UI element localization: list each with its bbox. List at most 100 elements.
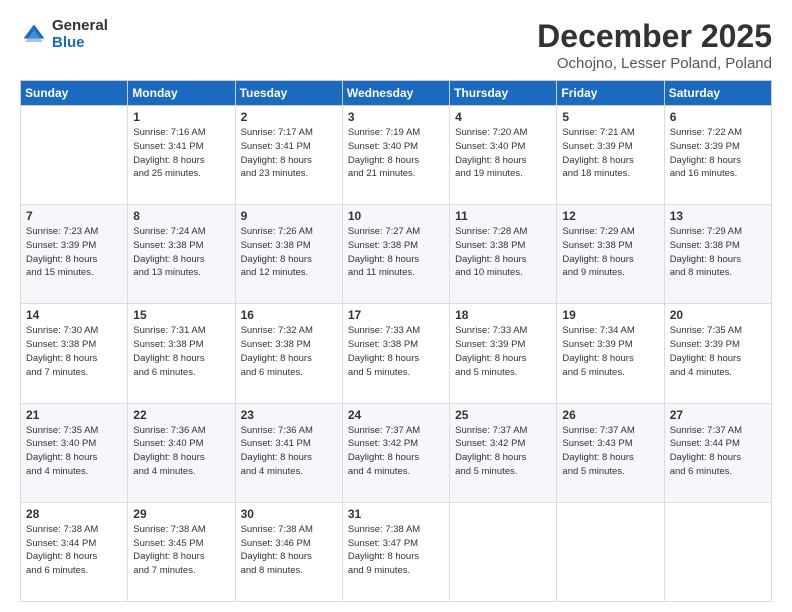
calendar-cell: 18 Sunrise: 7:33 AMSunset: 3:39 PMDayligh… [450,304,557,403]
calendar-cell: 31 Sunrise: 7:38 AMSunset: 3:47 PMDayligh… [342,502,449,601]
calendar-cell [21,106,128,205]
day-number: 3 [348,110,444,124]
calendar-header-row: Sunday Monday Tuesday Wednesday Thursday… [21,81,772,106]
day-info: Sunrise: 7:37 AMSunset: 3:42 PMDaylight:… [348,424,444,479]
day-number: 27 [670,408,766,422]
day-info: Sunrise: 7:22 AMSunset: 3:39 PMDaylight:… [670,126,766,181]
calendar-cell: 15 Sunrise: 7:31 AMSunset: 3:38 PMDayligh… [128,304,235,403]
calendar-table: Sunday Monday Tuesday Wednesday Thursday… [20,80,772,602]
day-number: 25 [455,408,551,422]
day-info: Sunrise: 7:37 AMSunset: 3:44 PMDaylight:… [670,424,766,479]
day-number: 9 [241,209,337,223]
calendar-cell: 19Sunrise: 7:34 AMSunset: 3:39 PMDayligh… [557,304,664,403]
col-monday: Monday [128,81,235,106]
calendar-cell: 17 Sunrise: 7:33 AMSunset: 3:38 PMDayligh… [342,304,449,403]
day-info: Sunrise: 7:19 AMSunset: 3:40 PMDaylight:… [348,126,444,181]
calendar-cell: 27 Sunrise: 7:37 AMSunset: 3:44 PMDayligh… [664,403,771,502]
day-info: Sunrise: 7:34 AMSunset: 3:39 PMDaylight:… [562,324,658,379]
day-info: Sunrise: 7:24 AMSunset: 3:38 PMDaylight:… [133,225,229,280]
day-number: 22 [133,408,229,422]
day-number: 30 [241,507,337,521]
calendar-cell: 1 Sunrise: 7:16 AMSunset: 3:41 PMDaylight… [128,106,235,205]
calendar-cell: 14 Sunrise: 7:30 AMSunset: 3:38 PMDayligh… [21,304,128,403]
calendar-cell: 25 Sunrise: 7:37 AMSunset: 3:42 PMDayligh… [450,403,557,502]
calendar-cell [664,502,771,601]
day-number: 17 [348,308,444,322]
calendar-cell: 2Sunrise: 7:17 AMSunset: 3:41 PMDaylight… [235,106,342,205]
day-number: 6 [670,110,766,124]
day-number: 12 [562,209,658,223]
day-info: Sunrise: 7:32 AMSunset: 3:38 PMDaylight:… [241,324,337,379]
calendar-cell: 7Sunrise: 7:23 AMSunset: 3:39 PMDaylight… [21,205,128,304]
title-block: December 2025 Ochojno, Lesser Poland, Po… [537,18,772,72]
day-number: 18 [455,308,551,322]
day-number: 7 [26,209,122,223]
day-number: 1 [133,110,229,124]
day-number: 31 [348,507,444,521]
calendar-week-4: 28Sunrise: 7:38 AMSunset: 3:44 PMDayligh… [21,502,772,601]
day-info: Sunrise: 7:21 AMSunset: 3:39 PMDaylight:… [562,126,658,181]
col-friday: Friday [557,81,664,106]
calendar-week-2: 14 Sunrise: 7:30 AMSunset: 3:38 PMDayligh… [21,304,772,403]
calendar-week-3: 21 Sunrise: 7:35 AMSunset: 3:40 PMDayligh… [21,403,772,502]
day-number: 26 [562,408,658,422]
day-info: Sunrise: 7:38 AMSunset: 3:46 PMDaylight:… [241,523,337,578]
day-number: 8 [133,209,229,223]
calendar-cell: 3 Sunrise: 7:19 AMSunset: 3:40 PMDaylight… [342,106,449,205]
calendar-week-1: 7Sunrise: 7:23 AMSunset: 3:39 PMDaylight… [21,205,772,304]
day-info: Sunrise: 7:16 AMSunset: 3:41 PMDaylight:… [133,126,229,181]
day-info: Sunrise: 7:33 AMSunset: 3:38 PMDaylight:… [348,324,444,379]
calendar-cell: 9 Sunrise: 7:26 AMSunset: 3:38 PMDaylight… [235,205,342,304]
day-info: Sunrise: 7:29 AMSunset: 3:38 PMDaylight:… [670,225,766,280]
calendar-cell: 21 Sunrise: 7:35 AMSunset: 3:40 PMDayligh… [21,403,128,502]
logo-icon [20,21,48,49]
col-tuesday: Tuesday [235,81,342,106]
calendar-cell: 30 Sunrise: 7:38 AMSunset: 3:46 PMDayligh… [235,502,342,601]
calendar-cell: 16Sunrise: 7:32 AMSunset: 3:38 PMDayligh… [235,304,342,403]
day-info: Sunrise: 7:38 AMSunset: 3:47 PMDaylight:… [348,523,444,578]
day-number: 10 [348,209,444,223]
day-number: 15 [133,308,229,322]
day-number: 20 [670,308,766,322]
calendar-cell: 22 Sunrise: 7:36 AMSunset: 3:40 PMDayligh… [128,403,235,502]
day-number: 29 [133,507,229,521]
calendar-cell: 26 Sunrise: 7:37 AMSunset: 3:43 PMDayligh… [557,403,664,502]
calendar-cell: 5 Sunrise: 7:21 AMSunset: 3:39 PMDaylight… [557,106,664,205]
day-number: 14 [26,308,122,322]
day-info: Sunrise: 7:17 AMSunset: 3:41 PMDaylight:… [241,126,337,181]
calendar-cell: 28Sunrise: 7:38 AMSunset: 3:44 PMDayligh… [21,502,128,601]
calendar-cell [450,502,557,601]
day-info: Sunrise: 7:31 AMSunset: 3:38 PMDaylight:… [133,324,229,379]
day-info: Sunrise: 7:26 AMSunset: 3:38 PMDaylight:… [241,225,337,280]
calendar-cell: 8 Sunrise: 7:24 AMSunset: 3:38 PMDaylight… [128,205,235,304]
day-number: 21 [26,408,122,422]
calendar-cell: 11 Sunrise: 7:28 AMSunset: 3:38 PMDayligh… [450,205,557,304]
calendar-cell: 10 Sunrise: 7:27 AMSunset: 3:38 PMDayligh… [342,205,449,304]
calendar-cell: 4Sunrise: 7:20 AMSunset: 3:40 PMDaylight… [450,106,557,205]
day-info: Sunrise: 7:38 AMSunset: 3:45 PMDaylight:… [133,523,229,578]
col-thursday: Thursday [450,81,557,106]
logo-blue-text: Blue [52,35,108,52]
logo-text: General Blue [52,18,108,51]
day-number: 13 [670,209,766,223]
day-number: 5 [562,110,658,124]
day-number: 28 [26,507,122,521]
calendar-cell: 6 Sunrise: 7:22 AMSunset: 3:39 PMDaylight… [664,106,771,205]
calendar-cell: 23 Sunrise: 7:36 AMSunset: 3:41 PMDayligh… [235,403,342,502]
col-saturday: Saturday [664,81,771,106]
day-info: Sunrise: 7:30 AMSunset: 3:38 PMDaylight:… [26,324,122,379]
calendar-cell [557,502,664,601]
day-info: Sunrise: 7:20 AMSunset: 3:40 PMDaylight:… [455,126,551,181]
day-info: Sunrise: 7:37 AMSunset: 3:42 PMDaylight:… [455,424,551,479]
day-info: Sunrise: 7:35 AMSunset: 3:39 PMDaylight:… [670,324,766,379]
day-info: Sunrise: 7:36 AMSunset: 3:40 PMDaylight:… [133,424,229,479]
day-info: Sunrise: 7:37 AMSunset: 3:43 PMDaylight:… [562,424,658,479]
day-info: Sunrise: 7:33 AMSunset: 3:39 PMDaylight:… [455,324,551,379]
day-info: Sunrise: 7:28 AMSunset: 3:38 PMDaylight:… [455,225,551,280]
day-info: Sunrise: 7:29 AMSunset: 3:38 PMDaylight:… [562,225,658,280]
day-number: 23 [241,408,337,422]
day-info: Sunrise: 7:36 AMSunset: 3:41 PMDaylight:… [241,424,337,479]
day-info: Sunrise: 7:27 AMSunset: 3:38 PMDaylight:… [348,225,444,280]
day-number: 11 [455,209,551,223]
day-info: Sunrise: 7:35 AMSunset: 3:40 PMDaylight:… [26,424,122,479]
